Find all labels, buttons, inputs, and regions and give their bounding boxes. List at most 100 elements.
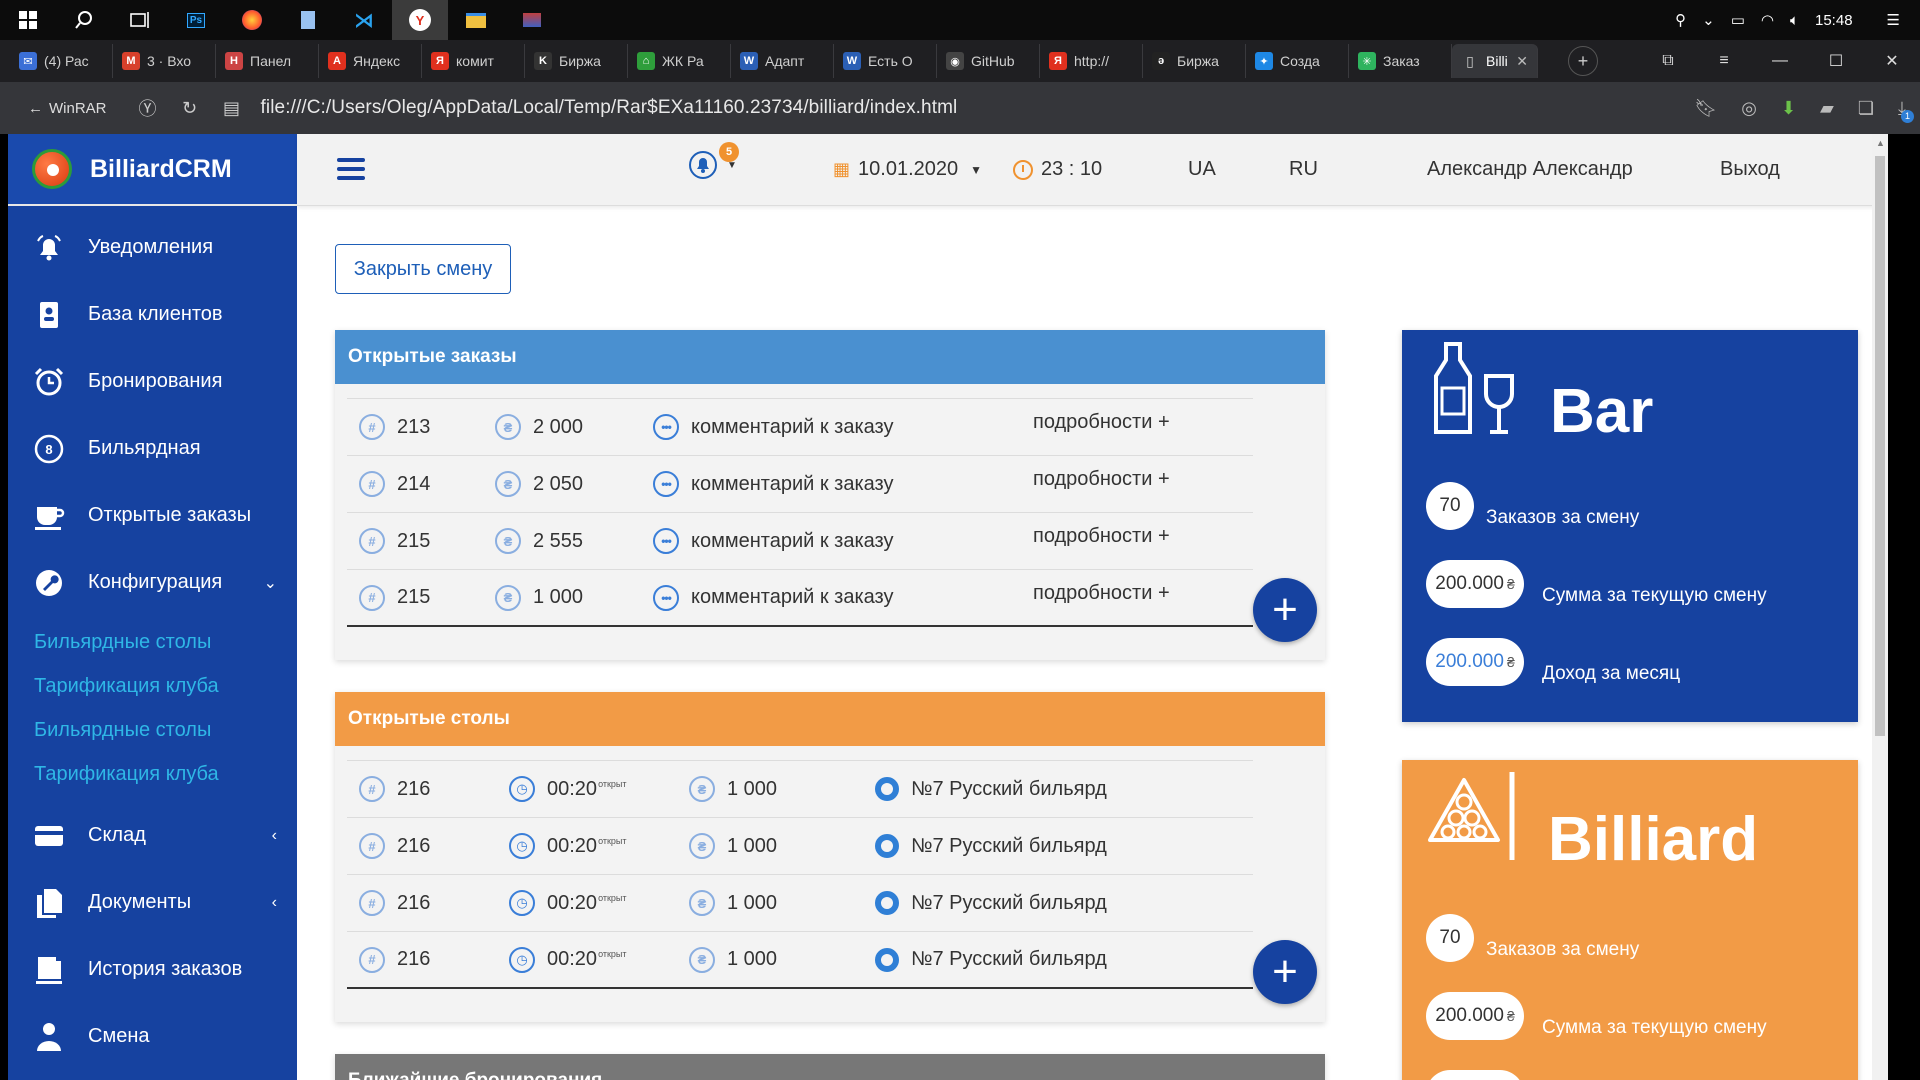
- vscode-icon[interactable]: ⋊: [336, 0, 392, 40]
- order-row[interactable]: #215 ₴ 2 555 ••• комментарий к заказу подробн…: [347, 513, 1253, 570]
- url-field[interactable]: file:///C:/Users/Oleg/AppData/Local/Temp…: [261, 97, 958, 119]
- close-window-icon[interactable]: ✕: [1864, 51, 1920, 71]
- media-icon[interactable]: [504, 0, 560, 40]
- close-icon[interactable]: ✕: [1516, 53, 1528, 70]
- notifications-button[interactable]: 5 ▼: [689, 142, 739, 180]
- people-icon[interactable]: ⚲: [1675, 11, 1686, 29]
- browser-tab[interactable]: Якомит: [422, 44, 525, 78]
- order-row[interactable]: #213 ₴ 2 000 ••• комментарий к заказу подробн…: [347, 399, 1253, 456]
- table-row[interactable]: #216 ◷ 00:20открыт ₴ 1 000 №7 Русский бильярд: [347, 932, 1253, 989]
- file-explorer-icon[interactable]: [448, 0, 504, 40]
- hamburger-menu-icon[interactable]: [337, 158, 365, 185]
- search-icon[interactable]: [56, 0, 112, 40]
- sidebar-item[interactable]: Уведомления: [8, 214, 297, 281]
- tab-label: комит: [456, 53, 494, 69]
- windows-start-icon[interactable]: [0, 0, 56, 40]
- back-button[interactable]: ← WinRAR: [0, 100, 127, 117]
- sidebar-item[interactable]: Склад ‹: [8, 802, 297, 869]
- order-details-link[interactable]: подробности +: [1033, 411, 1170, 434]
- chevron-up-icon[interactable]: ⌄: [1702, 11, 1715, 29]
- page-scrollbar[interactable]: ▲: [1872, 134, 1888, 1080]
- extension-icon[interactable]: ▰: [1820, 98, 1834, 119]
- order-details-link[interactable]: подробности +: [1033, 525, 1170, 548]
- browser-tab-active[interactable]: ▯ Billi ✕: [1452, 44, 1538, 78]
- date-picker[interactable]: ▦ 10.01.2020 ▼: [833, 158, 982, 181]
- wrench-icon: [32, 566, 66, 600]
- alarm-clock-icon: [32, 365, 66, 399]
- browser-tab[interactable]: W Адапт: [731, 44, 834, 78]
- lang-ua[interactable]: UA: [1188, 158, 1216, 181]
- lang-ru[interactable]: RU: [1289, 158, 1318, 181]
- new-tab-button[interactable]: +: [1568, 46, 1598, 76]
- browser-tab[interactable]: H Панел: [216, 44, 319, 78]
- minimize-icon[interactable]: —: [1752, 52, 1808, 70]
- sidebar-item[interactable]: История заказов: [8, 936, 297, 1003]
- browser-tab[interactable]: M 3 · Вхо: [113, 44, 216, 78]
- row-cell: ₴ 1 000: [689, 776, 777, 802]
- notifications-icon[interactable]: ☰: [1887, 11, 1900, 29]
- sidebar-subitem[interactable]: Бильярдные столы: [8, 708, 297, 752]
- table-row[interactable]: #216 ◷ 00:20открыт ₴ 1 000 №7 Русский бильярд: [347, 761, 1253, 818]
- browser-tab[interactable]: K Биржа: [525, 44, 628, 78]
- browser-tab[interactable]: W Есть О: [834, 44, 937, 78]
- browser-tab[interactable]: A Яндекс: [319, 44, 422, 78]
- close-shift-button[interactable]: Закрыть смену: [335, 244, 511, 294]
- add-order-button[interactable]: +: [1253, 578, 1317, 642]
- wifi-icon[interactable]: ◠: [1761, 11, 1774, 29]
- reload-icon[interactable]: ↻: [169, 98, 211, 119]
- order-row[interactable]: #215 ₴ 1 000 ••• комментарий к заказу подробн…: [347, 570, 1253, 627]
- document-icon[interactable]: [280, 0, 336, 40]
- order-details-link[interactable]: подробности +: [1033, 468, 1170, 491]
- logout-link[interactable]: Выход: [1720, 158, 1780, 181]
- user-name[interactable]: Александр Александр: [1427, 158, 1633, 181]
- browser-tab[interactable]: ◉ GitHub: [937, 44, 1040, 78]
- firefox-icon[interactable]: [224, 0, 280, 40]
- clock-text[interactable]: 15:48: [1815, 12, 1853, 29]
- photoshop-icon[interactable]: Ps: [168, 0, 224, 40]
- sidebar-item[interactable]: Документы ‹: [8, 869, 297, 936]
- tabs-overview-icon[interactable]: ⧉: [1640, 52, 1696, 70]
- yandex-icon[interactable]: Ⓨ: [127, 95, 169, 121]
- downloads-icon[interactable]: ⤓ 1: [1898, 98, 1914, 123]
- sidebar-item[interactable]: База клиентов: [8, 281, 297, 348]
- battery-icon[interactable]: ▭: [1731, 11, 1745, 29]
- sidebar-item[interactable]: Смена: [8, 1003, 297, 1070]
- bookmark-icon[interactable]: 🔖︎: [1694, 98, 1717, 119]
- chat-icon[interactable]: ❏: [1858, 98, 1874, 119]
- browser-tab[interactable]: ə Биржа: [1143, 44, 1246, 78]
- menu-icon[interactable]: ≡: [1696, 52, 1752, 70]
- scroll-up-icon[interactable]: ▲: [1876, 138, 1885, 148]
- sidebar-item[interactable]: Бронирования: [8, 348, 297, 415]
- table-row[interactable]: #216 ◷ 00:20открыт ₴ 1 000 №7 Русский бильярд: [347, 818, 1253, 875]
- browser-tab[interactable]: ✦ Созда: [1246, 44, 1349, 78]
- sidebar-subitem[interactable]: Бильярдные столы: [8, 620, 297, 664]
- brand-name: BilliardCRM: [90, 154, 232, 183]
- hash-icon: #: [359, 471, 385, 497]
- task-view-icon[interactable]: [112, 0, 168, 40]
- browser-tab[interactable]: Яhttp://: [1040, 44, 1143, 78]
- table-row[interactable]: #216 ◷ 00:20открыт ₴ 1 000 №7 Русский бильярд: [347, 875, 1253, 932]
- download-arrow-icon[interactable]: ⬇: [1781, 98, 1796, 119]
- maximize-icon[interactable]: ☐: [1808, 51, 1864, 71]
- currency-icon: ₴: [495, 528, 521, 554]
- add-table-button[interactable]: +: [1253, 940, 1317, 1004]
- browser-tab[interactable]: ✳ Заказ: [1349, 44, 1452, 78]
- table-time-value: 00:20: [547, 834, 598, 857]
- protect-icon[interactable]: ◎: [1741, 98, 1757, 119]
- sidebar-item[interactable]: 8 Бильярдная: [8, 415, 297, 482]
- row-cell: ••• комментарий к заказу: [653, 584, 893, 611]
- sidebar-item[interactable]: Конфигурация ⌄: [8, 549, 297, 616]
- yandex-browser-icon[interactable]: Y: [392, 0, 448, 40]
- sidebar-item[interactable]: Открытые заказы: [8, 482, 297, 549]
- sidebar-subitem[interactable]: Тарификация клуба: [8, 664, 297, 708]
- table-time-note: открыт: [598, 892, 627, 903]
- order-row[interactable]: #214 ₴ 2 050 ••• комментарий к заказу подробн…: [347, 456, 1253, 513]
- brand[interactable]: BilliardCRM: [8, 134, 297, 206]
- order-amount: 1 000: [533, 586, 584, 608]
- browser-tab[interactable]: ✉ (4) Рас: [10, 44, 113, 78]
- order-details-link[interactable]: подробности +: [1033, 582, 1170, 605]
- volume-icon[interactable]: 🔈︎: [1790, 12, 1799, 29]
- sidebar-subitem[interactable]: Тарификация клуба: [8, 752, 297, 796]
- scroll-thumb[interactable]: [1875, 156, 1885, 736]
- browser-tab[interactable]: ⌂ ЖК Ра: [628, 44, 731, 78]
